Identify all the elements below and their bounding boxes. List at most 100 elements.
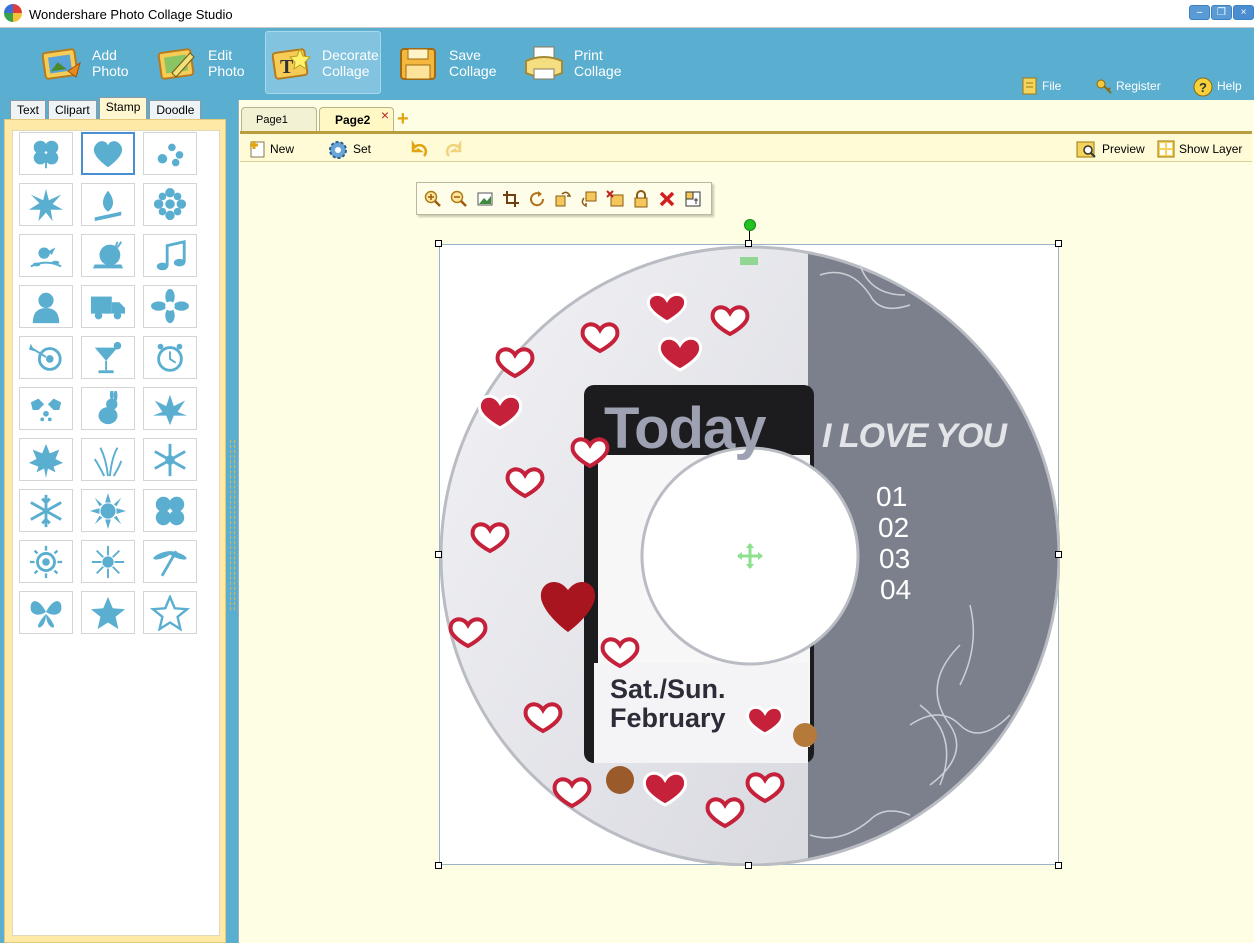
close-button[interactable]: × [1233, 5, 1254, 20]
stamp-snowflake-2[interactable] [19, 489, 73, 532]
move-icon[interactable] [736, 542, 764, 570]
tab-clipart[interactable]: Clipart [48, 100, 97, 120]
resize-handle-se[interactable] [1055, 862, 1062, 869]
minimize-button[interactable]: – [1189, 5, 1210, 20]
file-menu[interactable]: File [1022, 76, 1061, 96]
stamp-maple-leaf[interactable] [19, 438, 73, 481]
stamp-alarm-clock[interactable] [143, 336, 197, 379]
stamp-bird-branch[interactable] [19, 234, 73, 277]
stamp-cocktail[interactable] [81, 336, 135, 379]
resize-handle-n[interactable] [745, 240, 752, 247]
stamp-starburst[interactable] [19, 183, 73, 226]
undo-button[interactable] [409, 139, 433, 159]
left-tabs: Text Clipart Stamp Doodle [10, 97, 203, 120]
save-collage-label: Save Collage [449, 46, 497, 79]
lock-icon[interactable] [632, 189, 650, 208]
crop-icon[interactable] [502, 190, 520, 208]
edit-photo-icon [156, 43, 200, 83]
stamp-music-note[interactable] [143, 234, 197, 277]
maple-leaf-icon [28, 443, 64, 478]
close-page-icon[interactable]: × [381, 103, 389, 127]
resize-handle-s[interactable] [745, 862, 752, 869]
dragonfly-icon [153, 550, 187, 577]
title-bar: Wondershare Photo Collage Studio – ❐ × [0, 0, 1254, 28]
panel-splitter[interactable] [230, 440, 235, 610]
stamp-paw[interactable] [143, 132, 197, 175]
stamp-daisy[interactable] [143, 285, 197, 328]
tab-text[interactable]: Text [10, 100, 47, 120]
stamp-truck[interactable] [81, 285, 135, 328]
print-collage-button[interactable]: Print Collage [522, 31, 632, 94]
stamp-star[interactable] [81, 591, 135, 634]
add-page-icon[interactable]: + [397, 109, 409, 129]
redo-button[interactable] [444, 139, 468, 159]
stamp-butterfly[interactable] [19, 591, 73, 634]
set-label: Set [353, 142, 372, 156]
resize-handle-e[interactable] [1055, 551, 1062, 558]
track-04: 04 [880, 574, 912, 605]
stamp-rabbit[interactable] [81, 387, 135, 430]
zoom-out-icon[interactable] [450, 190, 468, 208]
music-note-icon [156, 239, 186, 270]
delete-icon[interactable] [658, 190, 676, 208]
starburst-icon [28, 188, 64, 221]
register-menu[interactable]: Register [1096, 76, 1161, 96]
add-photo-label: Add Photo [92, 46, 129, 79]
stamp-flower-ring[interactable] [143, 183, 197, 226]
tab-page1[interactable]: Page1 [241, 107, 317, 131]
layer-order-icon[interactable] [684, 190, 702, 208]
stamp-sun[interactable] [81, 540, 135, 583]
flip-horizontal-icon[interactable] [554, 190, 572, 208]
restore-button[interactable]: ❐ [1211, 5, 1232, 20]
track-03: 03 [879, 543, 911, 574]
add-photo-button[interactable]: Add Photo [40, 31, 150, 94]
decorate-collage-button[interactable]: T Decorate Collage [265, 31, 381, 94]
resize-handle-w[interactable] [435, 551, 442, 558]
stamp-snail[interactable] [81, 234, 135, 277]
resize-handle-ne[interactable] [1055, 240, 1062, 247]
preview-button[interactable]: Preview [1076, 139, 1145, 159]
new-button[interactable]: New [248, 139, 294, 159]
stamp-snowflake[interactable] [143, 438, 197, 481]
sunburst-icon [90, 492, 126, 529]
zoom-in-icon[interactable] [424, 190, 442, 208]
stamp-grass[interactable] [81, 438, 135, 481]
stamp-person[interactable] [19, 285, 73, 328]
truck-icon [90, 296, 126, 319]
resize-handle-nw[interactable] [435, 240, 442, 247]
stamp-holly[interactable] [19, 387, 73, 430]
fit-image-icon[interactable] [476, 190, 494, 208]
save-collage-button[interactable]: Save Collage [397, 31, 507, 94]
stamp-star-outline[interactable] [143, 591, 197, 634]
heart-icon [93, 140, 123, 167]
replace-image-icon[interactable] [606, 189, 624, 208]
tab-page2[interactable]: Page2 × [319, 107, 394, 131]
resize-handle-sw[interactable] [435, 862, 442, 869]
stamp-clover[interactable] [19, 132, 73, 175]
show-layer-button[interactable]: Show Layer [1157, 139, 1242, 159]
stamp-sun-swirl[interactable] [19, 540, 73, 583]
sun-icon [91, 545, 125, 578]
tab-stamp[interactable]: Stamp [98, 97, 148, 119]
stamp-grid [12, 130, 220, 936]
stamp-target[interactable] [19, 336, 73, 379]
edit-photo-button[interactable]: Edit Photo [156, 31, 266, 94]
edit-photo-label: Edit Photo [208, 46, 245, 79]
collage-canvas[interactable]: Today Sat./Sun. February I LOVE YOU 01 0… [439, 244, 1061, 867]
key-icon [1096, 77, 1112, 95]
help-menu[interactable]: ? Help [1193, 76, 1242, 97]
stamp-campfire[interactable] [81, 183, 135, 226]
stamp-heart[interactable] [81, 132, 135, 175]
print-collage-icon [522, 43, 566, 83]
set-button[interactable]: Set [327, 139, 371, 159]
stamp-dragonfly[interactable] [143, 540, 197, 583]
rotate-handle[interactable] [744, 219, 756, 231]
tab-doodle[interactable]: Doodle [149, 100, 202, 120]
rotate-icon[interactable] [528, 190, 546, 208]
app-title: Wondershare Photo Collage Studio [29, 7, 233, 22]
stamp-leaf[interactable] [143, 387, 197, 430]
stamp-sunburst[interactable] [81, 489, 135, 532]
stamp-shamrock[interactable] [143, 489, 197, 532]
layer-icon [1157, 140, 1175, 158]
flip-vertical-icon[interactable] [580, 190, 598, 208]
